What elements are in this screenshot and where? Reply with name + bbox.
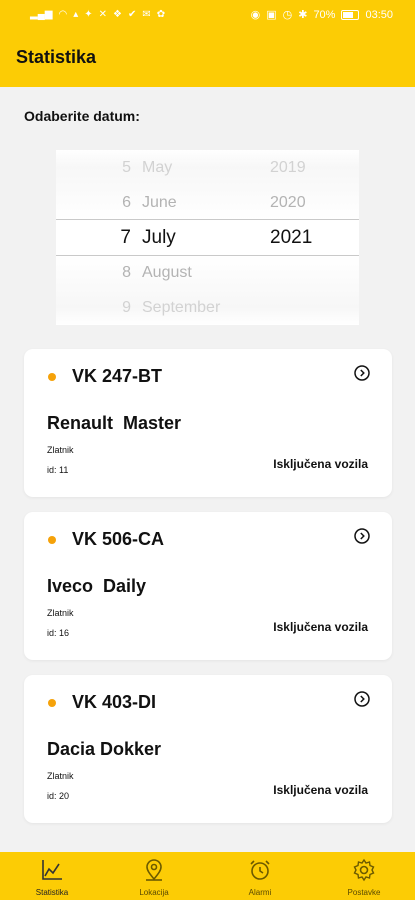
vehicle-plate: VK 506-CA bbox=[72, 529, 165, 549]
picker-year: 2019 bbox=[270, 158, 306, 176]
mail-icon: ✉ bbox=[142, 9, 151, 20]
app-icon: ✕ bbox=[98, 9, 108, 20]
vehicle-card[interactable]: VK 247-BT Renault Master Zlatnik id: 11 … bbox=[24, 349, 392, 497]
nav-label: Lokacija bbox=[139, 888, 169, 897]
status-dot bbox=[48, 699, 56, 707]
nav-item-statistika[interactable]: Statistika bbox=[12, 852, 92, 900]
vehicle-card[interactable]: VK 506-CA Iveco Daily Zlatnik id: 16 Isk… bbox=[24, 512, 392, 660]
app-icon: ✿ bbox=[156, 9, 166, 20]
picker-day: 6 bbox=[122, 193, 131, 211]
vehicle-model: Iveco Daily bbox=[47, 576, 147, 596]
nav-label: Alarmi bbox=[248, 888, 272, 897]
vehicle-id: id: 11 bbox=[47, 465, 69, 475]
picker-day: 7 bbox=[120, 226, 131, 248]
nfc-icon: ▣ bbox=[266, 9, 277, 21]
chevron-right-circle-icon[interactable] bbox=[354, 528, 370, 544]
bottom-navigation: Statistika Lokacija Alarmi Postavke bbox=[0, 852, 415, 900]
location-pin-icon bbox=[146, 859, 162, 881]
vehicle-owner: Zlatnik bbox=[47, 608, 74, 618]
check-icon: ✔ bbox=[127, 9, 137, 20]
status-icons-right: ◉ ▣ ◷ ✱ 70% 03:50 bbox=[251, 9, 393, 21]
nav-item-lokacija[interactable]: Lokacija bbox=[114, 852, 194, 900]
picker-month: July bbox=[142, 226, 176, 248]
status-time: 03:50 bbox=[365, 9, 393, 21]
picker-day: 9 bbox=[122, 298, 131, 316]
vehicle-id: id: 20 bbox=[47, 791, 70, 801]
nav-item-postavke[interactable]: Postavke bbox=[324, 852, 404, 900]
wifi-icon: ◠ bbox=[58, 9, 68, 20]
picker-row[interactable]: 6 June 2020 bbox=[56, 185, 359, 220]
nav-label: Postavke bbox=[347, 888, 381, 897]
battery-icon bbox=[341, 10, 360, 20]
vehicle-status: Isključena vozila bbox=[273, 457, 368, 471]
vehicle-plate: VK 403-DI bbox=[72, 692, 157, 712]
gear-icon bbox=[353, 858, 375, 882]
app-icon: ✦ bbox=[84, 9, 93, 20]
status-dot bbox=[48, 373, 56, 381]
vehicle-card[interactable]: VK 403-DI Dacia Dokker Zlatnik id: 20 Is… bbox=[24, 675, 392, 823]
eye-icon: ◉ bbox=[250, 9, 261, 21]
bluetooth-icon: ✱ bbox=[298, 9, 308, 21]
status-icons-left: ▂▄▆ ◠ ▴ ✦ ✕ ❖ ✔ ✉ ✿ bbox=[30, 9, 165, 21]
speed-icon: ▴ bbox=[73, 9, 79, 20]
nav-item-alarmi[interactable]: Alarmi bbox=[220, 852, 300, 900]
picker-row[interactable]: 5 May 2019 bbox=[56, 150, 359, 185]
picker-row[interactable]: 9 September bbox=[56, 290, 359, 325]
picker-year: 2021 bbox=[270, 226, 313, 248]
app-bar: ▂▄▆ ◠ ▴ ✦ ✕ ❖ ✔ ✉ ✿ ◉ ▣ ◷ ✱ 70% 03:50 St… bbox=[0, 0, 415, 87]
chevron-right-circle-icon[interactable] bbox=[354, 691, 370, 707]
picker-year: 2020 bbox=[270, 193, 306, 211]
nav-label: Statistika bbox=[35, 888, 69, 897]
alarm-icon: ◷ bbox=[282, 9, 293, 21]
vehicle-owner: Zlatnik bbox=[47, 445, 74, 455]
picker-month: September bbox=[142, 298, 221, 316]
signal-icon: ▂▄▆ bbox=[30, 9, 53, 20]
page-title: Statistika bbox=[16, 47, 97, 67]
alarm-clock-icon bbox=[250, 860, 270, 880]
picker-day: 5 bbox=[122, 158, 131, 176]
picker-month: May bbox=[142, 158, 173, 176]
vehicle-plate: VK 247-BT bbox=[72, 366, 163, 386]
picker-month: June bbox=[142, 193, 177, 211]
chevron-right-circle-icon[interactable] bbox=[354, 365, 370, 381]
vehicle-status: Isključena vozila bbox=[273, 783, 368, 797]
vehicle-status: Isključena vozila bbox=[273, 620, 368, 634]
status-bar: ▂▄▆ ◠ ▴ ✦ ✕ ❖ ✔ ✉ ✿ ◉ ▣ ◷ ✱ 70% 03:50 bbox=[0, 0, 415, 32]
date-picker-label: Odaberite datum: bbox=[24, 108, 140, 124]
picker-row-selected[interactable]: 7 July 2021 bbox=[56, 220, 359, 255]
vehicle-owner: Zlatnik bbox=[47, 771, 74, 781]
chart-icon bbox=[42, 860, 62, 880]
vehicle-id: id: 16 bbox=[47, 628, 70, 638]
vehicle-model: Dacia Dokker bbox=[47, 739, 162, 759]
status-dot bbox=[48, 536, 56, 544]
date-picker[interactable]: 5 May 2019 6 June 2020 7 July 2021 8 Aug… bbox=[56, 150, 359, 325]
picker-day: 8 bbox=[122, 263, 131, 281]
picker-month: August bbox=[142, 263, 192, 281]
vehicle-model: Renault Master bbox=[47, 413, 182, 433]
battery-percent: 70% bbox=[313, 9, 336, 21]
twitter-icon: ❖ bbox=[113, 9, 122, 20]
picker-row[interactable]: 8 August bbox=[56, 255, 359, 290]
